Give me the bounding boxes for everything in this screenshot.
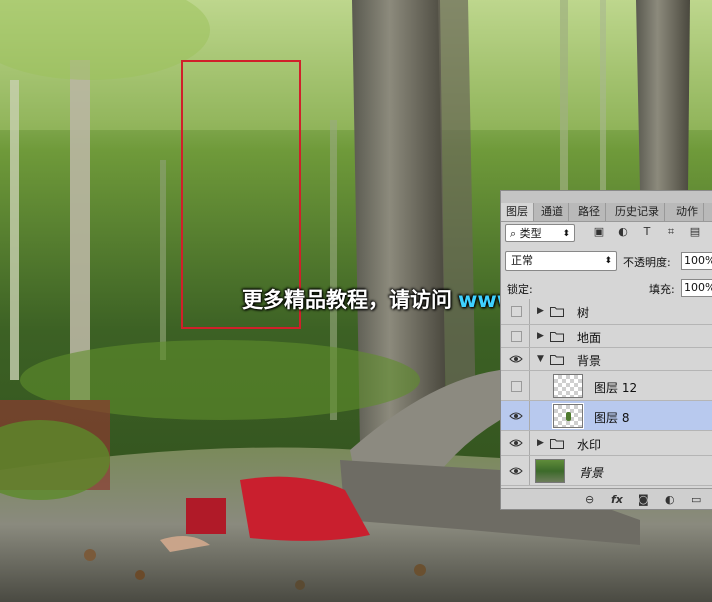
- image-filter-icon[interactable]: ▣: [593, 226, 605, 238]
- panel-footer: ⊖ fx ◙ ◐ ▭: [501, 488, 712, 509]
- eye-icon[interactable]: [509, 436, 523, 450]
- expand-arrow-icon[interactable]: ▶: [537, 331, 544, 341]
- panel-grip[interactable]: [501, 191, 712, 203]
- search-icon: ⌕: [510, 227, 517, 240]
- layer-filter-select[interactable]: ⌕ 类型 ⬍: [505, 224, 575, 242]
- layer-row[interactable]: 图层 12: [501, 371, 712, 401]
- fill-input[interactable]: 100%: [681, 279, 712, 297]
- link-layers-icon[interactable]: ⊖: [585, 493, 594, 507]
- folder-icon: [550, 332, 564, 342]
- fx-icon[interactable]: fx: [611, 493, 623, 507]
- tab-actions[interactable]: 动作: [671, 203, 704, 221]
- expand-arrow-icon[interactable]: ▶: [537, 306, 544, 316]
- opacity-input[interactable]: 100%: [681, 252, 712, 270]
- tab-paths[interactable]: 路径: [573, 203, 606, 221]
- blend-mode-select[interactable]: 正常 ⬍: [505, 251, 617, 271]
- layer-row[interactable]: 图层 8: [501, 401, 712, 431]
- blend-mode-value: 正常: [511, 254, 533, 267]
- layer-row[interactable]: ▶ 水印: [501, 431, 712, 456]
- layer-thumbnail: [535, 459, 565, 483]
- fill-label: 填充:: [649, 283, 675, 296]
- layer-thumbnail: [553, 374, 583, 398]
- visibility-toggle[interactable]: [511, 381, 522, 392]
- layer-name[interactable]: 地面: [577, 329, 601, 346]
- eye-icon[interactable]: [509, 464, 523, 478]
- layer-row[interactable]: 背景: [501, 456, 712, 486]
- layer-name[interactable]: 背景: [577, 352, 601, 369]
- tab-history[interactable]: 历史记录: [610, 203, 665, 221]
- layer-name[interactable]: 图层 8: [594, 409, 629, 426]
- layer-row[interactable]: ▶ 地面: [501, 325, 712, 348]
- open-folder-icon: [550, 355, 564, 365]
- tab-channels[interactable]: 通道: [536, 203, 569, 221]
- folder-icon: [550, 307, 564, 317]
- layer-name[interactable]: 背景: [579, 464, 603, 481]
- panel-tabs: 图层 通道 路径 历史记录 动作: [501, 203, 712, 222]
- filter-type-label: 类型: [519, 227, 542, 240]
- adjustment-layer-icon[interactable]: ◐: [665, 493, 675, 507]
- updown-icon: ⬍: [562, 229, 570, 239]
- visibility-toggle[interactable]: [511, 306, 522, 317]
- shape-filter-icon[interactable]: ⌗: [665, 226, 677, 238]
- layer-thumbnail: [552, 403, 584, 429]
- layer-name[interactable]: 水印: [577, 436, 601, 453]
- visibility-toggle[interactable]: [511, 331, 522, 342]
- layer-name[interactable]: 树: [577, 304, 589, 321]
- watermark-message: 更多精品教程，请访问: [242, 288, 452, 312]
- adjustment-filter-icon[interactable]: ◐: [617, 226, 629, 238]
- layers-panel: 图层 通道 路径 历史记录 动作 ⌕ 类型 ⬍ ▣ ◐ T ⌗ ▤ 正常 ⬍ 不…: [500, 190, 712, 510]
- layer-row[interactable]: ▼ 背景: [501, 348, 712, 371]
- lock-label: 锁定:: [507, 283, 533, 296]
- layer-name[interactable]: 图层 12: [594, 379, 637, 396]
- folder-icon: [550, 439, 564, 449]
- opacity-label: 不透明度:: [623, 256, 671, 269]
- eye-icon[interactable]: [509, 352, 523, 366]
- type-filter-icon[interactable]: T: [641, 226, 653, 238]
- updown-icon: ⬍: [604, 256, 612, 266]
- layer-row[interactable]: ▶ 树: [501, 299, 712, 325]
- new-group-icon[interactable]: ▭: [691, 493, 701, 507]
- expand-arrow-icon[interactable]: ▶: [537, 438, 544, 448]
- tab-layers[interactable]: 图层: [501, 203, 534, 221]
- add-mask-icon[interactable]: ◙: [638, 493, 649, 507]
- eye-icon[interactable]: [509, 409, 523, 423]
- collapse-arrow-icon[interactable]: ▼: [537, 354, 544, 364]
- smart-object-filter-icon[interactable]: ▤: [689, 226, 701, 238]
